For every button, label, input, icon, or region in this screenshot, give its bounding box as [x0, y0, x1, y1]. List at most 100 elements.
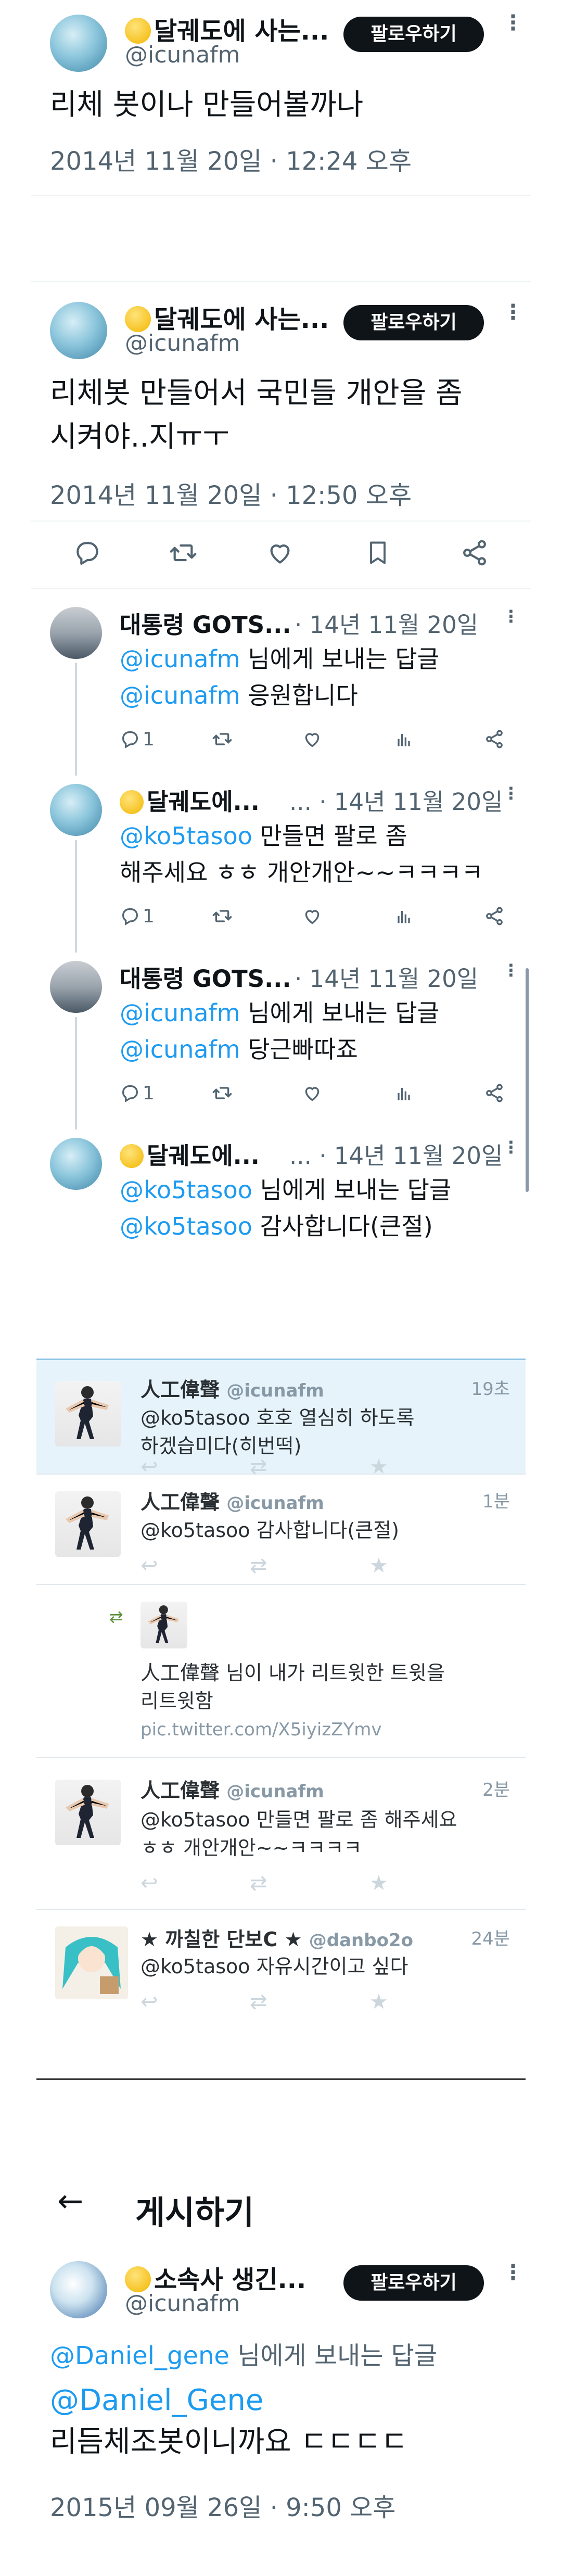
reply-text-line-1: @ko5tasoo 만들면 팔로 좀: [120, 818, 407, 854]
avatar[interactable]: [55, 1491, 121, 1557]
more-icon[interactable]: ⋮: [503, 608, 519, 625]
timeline-tweet-4[interactable]: ★ 까칠한 단보C ★ @danbo2o 24분 @ko5tasoo 자유시간이…: [36, 1911, 526, 2031]
avatar[interactable]: [50, 961, 102, 1013]
mention-link[interactable]: @icunafm: [120, 681, 240, 709]
like-icon[interactable]: [302, 906, 323, 927]
reply-author-name[interactable]: 대통령 GOTS...: [120, 960, 291, 994]
favorite-icon[interactable]: ★: [369, 1554, 388, 1578]
reply-author-name[interactable]: 달궤도에...: [120, 1137, 260, 1171]
reply-author-name[interactable]: 달궤도에...: [120, 783, 260, 817]
divider: [36, 2078, 526, 2080]
page-title: 게시하기: [135, 2193, 254, 2231]
tweet-timestamp[interactable]: 2014년 11월 20일 · 12:24 오후: [50, 141, 412, 177]
share-icon[interactable]: [484, 1083, 505, 1103]
reply-context: @ko5tasoo 님에게 보내는 답글: [120, 1172, 451, 1208]
favorite-icon[interactable]: ★: [369, 1990, 388, 2014]
avatar[interactable]: [50, 302, 107, 359]
share-icon[interactable]: [460, 538, 489, 567]
avatar[interactable]: [50, 1138, 102, 1190]
follow-button[interactable]: 팔로우하기: [343, 17, 484, 52]
timeline-tweet-1[interactable]: 人工偉聲 @icunafm 19초 @ko5tasoo 호호 열심히 하도록 하…: [36, 1360, 526, 1479]
retweet-icon[interactable]: [211, 1083, 233, 1103]
bookmark-icon[interactable]: [364, 538, 391, 567]
reply-4[interactable]: 달궤도에... ... · 14년 11월 20일 ⋮ @ko5tasoo 님에…: [0, 1130, 562, 1254]
like-icon[interactable]: [302, 1083, 323, 1103]
tweet-author-handle: @icunafm: [226, 1781, 324, 1802]
avatar[interactable]: [55, 1780, 121, 1845]
tweet-author-name[interactable]: ★ 까칠한 단보C ★ @danbo2o: [140, 1923, 413, 1952]
timeline-tweet-3[interactable]: 人工偉聲 @icunafm 2분 @ko5tasoo 만들면 팔로 좀 해주세요…: [36, 1759, 526, 1910]
like-icon[interactable]: [265, 538, 295, 567]
author-handle[interactable]: @icunafm: [125, 42, 240, 68]
divider: [31, 588, 531, 589]
mention-link[interactable]: @ko5tasoo: [120, 1176, 252, 1204]
scrollbar[interactable]: [526, 968, 529, 1192]
follow-button[interactable]: 팔로우하기: [343, 305, 484, 340]
retweet-icon[interactable]: [211, 729, 233, 750]
avatar[interactable]: [50, 784, 102, 836]
like-icon[interactable]: [302, 729, 323, 750]
avatar[interactable]: [55, 1926, 128, 1999]
image-link[interactable]: pic.twitter.com/X5iyizZYmv: [140, 1719, 382, 1740]
avatar[interactable]: [50, 607, 102, 659]
reply-2[interactable]: 달궤도에... ... · 14년 11월 20일 ⋮ @ko5tasoo 만들…: [0, 776, 562, 953]
more-icon[interactable]: ⋮: [503, 2262, 523, 2283]
more-icon[interactable]: ⋮: [503, 962, 519, 979]
reply-icon[interactable]: [120, 906, 140, 927]
tweet-timestamp[interactable]: 2015년 09월 26일 · 9:50 오후: [50, 2487, 395, 2523]
retweet-icon[interactable]: ⇄: [250, 1554, 267, 1578]
more-icon[interactable]: ⋮: [503, 12, 523, 33]
mention-link[interactable]: @ko5tasoo: [120, 822, 252, 850]
reply-icon[interactable]: [120, 729, 140, 750]
reply-3[interactable]: 대통령 GOTS... · 14년 11월 20일 ⋮ @icunafm 님에게…: [0, 953, 562, 1130]
reply-text: @icunafm 당근빠따죠: [120, 1032, 358, 1067]
avatar[interactable]: [50, 15, 107, 72]
reply-actions: 1: [120, 900, 515, 932]
retweet-icon[interactable]: ⇄: [250, 1990, 267, 2014]
more-icon[interactable]: ⋮: [503, 302, 523, 323]
tweet-author-name[interactable]: 人工偉聲 @icunafm: [140, 1486, 324, 1515]
tweet-2: 달궤도에 사는... @icunafm 팔로우하기 ⋮ 리체봇 만들어서 국민들…: [0, 281, 562, 531]
author-handle[interactable]: @icunafm: [125, 2290, 240, 2317]
mention-link[interactable]: @Daniel_gene: [50, 2341, 229, 2370]
reply-icon[interactable]: ↩: [140, 1871, 158, 1895]
favorite-icon[interactable]: ★: [369, 1871, 388, 1895]
more-icon[interactable]: ⋮: [503, 1139, 519, 1156]
views-icon[interactable]: [393, 906, 414, 927]
more-icon[interactable]: ⋮: [503, 785, 519, 802]
retweet-icon[interactable]: [168, 538, 199, 567]
reply-icon[interactable]: [73, 538, 102, 567]
avatar[interactable]: [50, 2261, 107, 2318]
views-icon[interactable]: [393, 1083, 414, 1103]
reply-icon[interactable]: ↩: [140, 1554, 158, 1578]
tweet-timestamp[interactable]: 2014년 11월 20일 · 12:50 오후: [50, 475, 412, 511]
retweet-notification[interactable]: ⇄ 人工偉聲 님이 내가 리트윗한 트윗을 리트윗함 pic.twitter.c…: [36, 1586, 526, 1758]
views-icon[interactable]: [393, 729, 414, 750]
notification-text-line-2: 리트윗함: [140, 1690, 213, 1712]
mention-link[interactable]: @Daniel_Gene: [50, 2379, 263, 2422]
tweet-author-name[interactable]: 人工偉聲 @icunafm: [140, 1774, 324, 1803]
reply-icon[interactable]: [120, 1083, 140, 1103]
retweet-icon[interactable]: ⇄: [250, 1871, 267, 1895]
mention-link[interactable]: @icunafm: [120, 999, 240, 1027]
follow-button[interactable]: 팔로우하기: [343, 2265, 484, 2301]
back-arrow-icon[interactable]: ←: [57, 2183, 83, 2219]
timeline-tweet-2[interactable]: 人工偉聲 @icunafm 1분 @ko5tasoo 감사합니다(큰절) ↩ ⇄…: [36, 1476, 526, 1585]
avatar[interactable]: [55, 1381, 121, 1446]
mention-link[interactable]: @ko5tasoo: [120, 1212, 252, 1240]
retweet-icon[interactable]: [211, 906, 233, 927]
mention-link[interactable]: @icunafm: [120, 645, 240, 673]
reply-author-name[interactable]: 대통령 GOTS...: [120, 606, 291, 640]
reply-icon[interactable]: ↩: [140, 1990, 158, 2014]
anime-avatar-icon: [62, 1937, 121, 1994]
tweet-text: @ko5tasoo 자유시간이고 싶다: [140, 1955, 408, 1978]
tweet-author-handle: @icunafm: [226, 1380, 324, 1401]
reply-context-label: 님에게 보내는 답글: [240, 645, 440, 673]
share-icon[interactable]: [484, 906, 505, 927]
mention-link[interactable]: @icunafm: [120, 1035, 240, 1063]
tweet-author-name[interactable]: 人工偉聲 @icunafm: [140, 1374, 324, 1402]
author-handle[interactable]: @icunafm: [125, 330, 240, 357]
reply-1[interactable]: 대통령 GOTS... · 14년 11월 20일 ⋮ @icunafm 님에게…: [0, 599, 562, 776]
avatar[interactable]: [140, 1602, 187, 1648]
share-icon[interactable]: [484, 729, 505, 750]
